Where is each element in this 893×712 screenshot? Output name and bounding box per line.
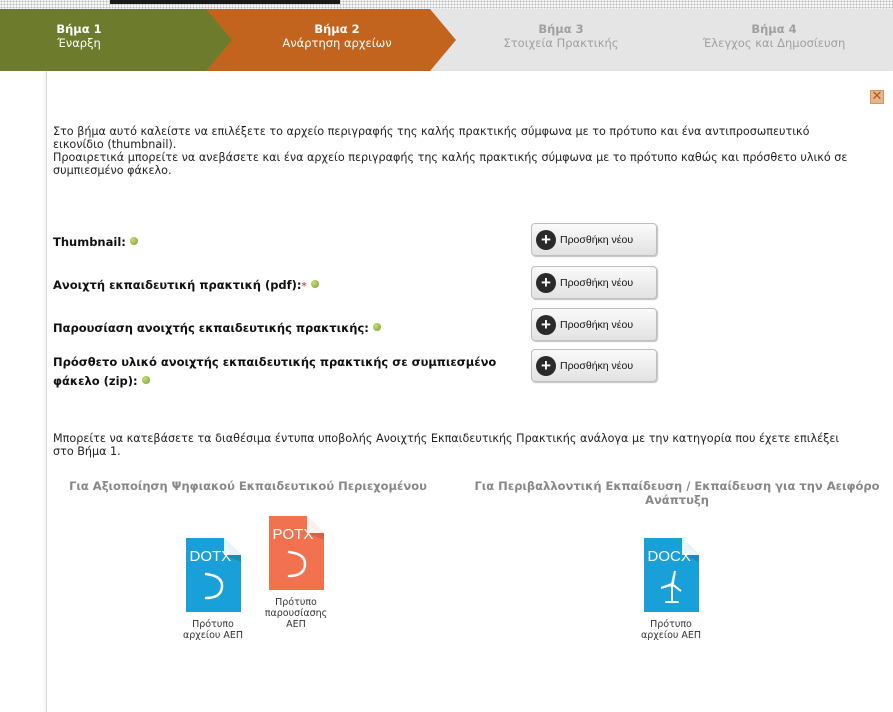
add-pdf-button[interactable]: + Προσθήκη νέου xyxy=(531,266,657,299)
add-button-label: Προσθήκη νέου xyxy=(560,359,634,372)
upload-label: Thumbnail: xyxy=(53,235,126,249)
step-2[interactable]: Βήμα 2 Ανάρτηση αρχείων xyxy=(206,9,468,71)
add-zip-button[interactable]: + Προσθήκη νέου xyxy=(531,349,657,382)
potx-file-icon: POTX xyxy=(268,516,324,590)
upload-label: Ανοιχτή εκπαιδευτική πρακτική (pdf): xyxy=(53,278,302,292)
plus-icon: + xyxy=(536,355,556,376)
add-thumbnail-button[interactable]: + Προσθήκη νέου xyxy=(531,223,657,256)
step-1[interactable]: Βήμα 1 Έναρξη xyxy=(0,9,238,71)
download-potx[interactable]: POTX Πρότυπο παρουσίασης ΑΕΠ xyxy=(261,516,331,630)
download-docx[interactable]: DOCX Πρότυπο αρχείου ΑΕΠ xyxy=(636,538,706,641)
upload-label: Παρουσίαση ανοιχτής εκπαιδευτικής πρακτι… xyxy=(53,321,369,335)
downloads-text: Μπορείτε να κατεβάσετε τα διαθέσιμα έντυ… xyxy=(53,432,840,458)
step-1-name: Έναρξη xyxy=(57,36,101,50)
plus-icon: + xyxy=(536,229,556,250)
upload-panel: ✕ Στο βήμα αυτό καλείστε να επιλέξετε το… xyxy=(46,71,893,712)
file-caption: Πρότυπο αρχείου ΑΕΠ xyxy=(182,619,244,641)
status-dot-icon xyxy=(141,376,150,384)
step-4[interactable]: Βήμα 4 Έλεγχος και Δημοσίευση xyxy=(655,9,893,71)
wizard-steps: Βήμα 1 Έναρξη Βήμα 2 Ανάρτηση αρχείων Βή… xyxy=(0,9,893,71)
intro-line-1: Στο βήμα αυτό καλείστε να επιλέξετε το α… xyxy=(53,125,810,151)
dotx-file-icon: DOTX xyxy=(185,538,241,612)
upload-row-thumbnail: Thumbnail: xyxy=(53,231,513,250)
intro-text: Στο βήμα αυτό καλείστε να επιλέξετε το α… xyxy=(53,125,863,177)
download-dotx[interactable]: DOTX Πρότυπο αρχείου ΑΕΠ xyxy=(178,538,248,641)
upload-label: Πρόσθετο υλικό ανοιχτής εκπαιδευτικής πρ… xyxy=(53,355,497,388)
step-3-number: Βήμα 3 xyxy=(538,22,584,36)
upload-row-zip: Πρόσθετο υλικό ανοιχτής εκπαιδευτικής πρ… xyxy=(53,351,513,389)
status-dot-icon xyxy=(372,323,381,331)
file-caption: Πρότυπο αρχείου ΑΕΠ xyxy=(640,619,702,641)
close-icon[interactable]: ✕ xyxy=(870,90,884,104)
docx-file-icon: DOCX xyxy=(643,538,699,612)
step-3[interactable]: Βήμα 3 Στοιχεία Πρακτικής xyxy=(430,9,692,71)
step-3-name: Στοιχεία Πρακτικής xyxy=(503,36,619,50)
top-dotted-strip xyxy=(0,0,893,9)
upload-row-presentation: Παρουσίαση ανοιχτής εκπαιδευτικής πρακτι… xyxy=(53,317,513,336)
file-type-label: DOTX xyxy=(189,548,232,565)
step-2-number: Βήμα 2 xyxy=(314,22,360,36)
add-button-label: Προσθήκη νέου xyxy=(560,276,634,289)
add-button-label: Προσθήκη νέου xyxy=(560,318,634,331)
category-title-environmental: Για Περιβαλλοντική Εκπαίδευση / Εκπαίδευ… xyxy=(474,479,880,507)
file-type-label: POTX xyxy=(272,526,314,543)
plus-icon: + xyxy=(536,314,556,335)
top-bar xyxy=(110,0,340,4)
status-dot-icon xyxy=(129,237,138,245)
step-4-number: Βήμα 4 xyxy=(751,22,797,36)
status-dot-icon xyxy=(310,280,319,288)
step-1-number: Βήμα 1 xyxy=(56,22,102,36)
step-4-name: Έλεγχος και Δημοσίευση xyxy=(702,36,846,50)
add-presentation-button[interactable]: + Προσθήκη νέου xyxy=(531,308,657,341)
upload-row-pdf: Ανοιχτή εκπαιδευτική πρακτική (pdf):* xyxy=(53,274,513,293)
plus-icon: + xyxy=(536,272,556,293)
step-2-name: Ανάρτηση αρχείων xyxy=(282,36,392,50)
file-caption: Πρότυπο παρουσίασης ΑΕΠ xyxy=(264,597,328,630)
category-title-digital: Για Αξιοποίηση Ψηφιακού Εκπαιδευτικού Πε… xyxy=(69,479,427,493)
required-mark: * xyxy=(301,281,307,292)
add-button-label: Προσθήκη νέου xyxy=(560,233,634,246)
intro-line-2: Προαιρετικά μπορείτε να ανεβάσετε και έν… xyxy=(53,151,848,177)
file-type-label: DOCX xyxy=(647,548,691,565)
